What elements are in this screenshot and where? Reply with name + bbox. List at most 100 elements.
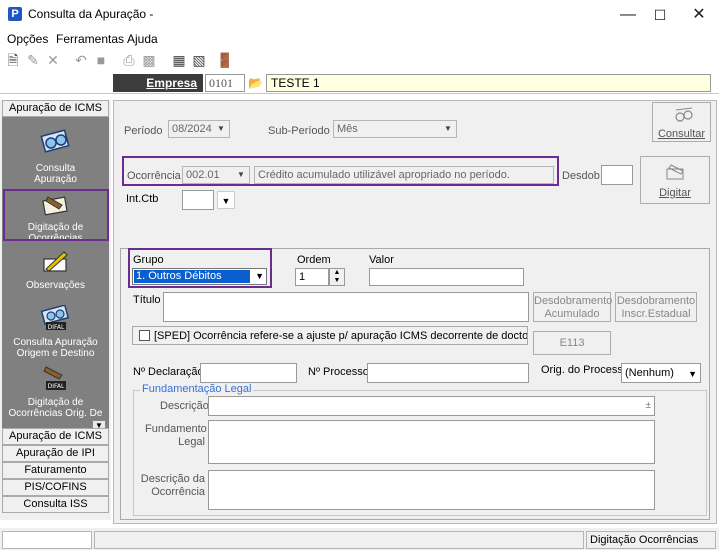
nav-item-consulta-apuracao[interactable]: Consulta Apuração bbox=[2, 163, 109, 185]
nav-header-apuracao-icms[interactable]: Apuração de ICMS bbox=[2, 100, 109, 117]
chevron-down-icon[interactable]: ▼ bbox=[441, 122, 455, 136]
status-cell-middle bbox=[94, 531, 584, 549]
grupo-value: 1. Outros Débitos bbox=[134, 270, 250, 283]
status-cell-left bbox=[2, 531, 92, 549]
folder-icon[interactable]: 📂 bbox=[248, 74, 264, 92]
pen-icon[interactable] bbox=[40, 249, 70, 275]
new-icon[interactable]: 🗎 bbox=[4, 51, 22, 69]
app-icon: P bbox=[8, 7, 22, 21]
sped-checkbox-label: [SPED] Ocorrência refere-se a ajuste p/ … bbox=[154, 330, 528, 342]
nav-item-highlight bbox=[3, 189, 109, 241]
glasses-difal-icon[interactable]: DIFAL bbox=[40, 305, 70, 331]
descricao-label: Descrição bbox=[160, 400, 209, 412]
empresa-label: Empresa bbox=[113, 74, 203, 92]
titulo-field[interactable] bbox=[163, 292, 529, 322]
n-processo-field[interactable] bbox=[367, 363, 529, 383]
subperiodo-label: Sub-Período bbox=[268, 125, 330, 137]
minimize-button[interactable]: — bbox=[613, 4, 643, 26]
n-processo-label: Nº Processo bbox=[308, 366, 369, 378]
empresa-name-field: TESTE 1 bbox=[266, 74, 711, 92]
status-cell-right: Digitação Ocorrências bbox=[586, 531, 716, 549]
subperiodo-select[interactable]: Mês ▼ bbox=[333, 120, 457, 138]
descricao-ocorrencia-label: Descrição da Ocorrência bbox=[140, 473, 205, 498]
descricao-ocorrencia-field[interactable] bbox=[208, 470, 655, 510]
digitar-button[interactable]: Digitar bbox=[640, 156, 710, 204]
chevron-down-icon[interactable]: ▼ bbox=[255, 270, 264, 283]
difal-report-icon[interactable]: ▧ bbox=[190, 51, 208, 69]
grupo-label: Grupo bbox=[133, 254, 164, 266]
ocorrencia-code: 002.01 bbox=[186, 169, 220, 181]
delete-icon[interactable]: ✕ bbox=[44, 51, 62, 69]
periodo-value: 08/2024 bbox=[172, 123, 212, 135]
n-declaracao-field[interactable] bbox=[200, 363, 297, 383]
nav-item-observacoes[interactable]: Observações bbox=[2, 280, 109, 291]
edit-icon[interactable]: ✎ bbox=[24, 51, 42, 69]
orig-processo-label: Orig. do Processo bbox=[541, 364, 630, 376]
writing-hand-icon bbox=[666, 164, 684, 180]
e113-button[interactable]: E113 bbox=[533, 331, 611, 355]
nav-panel: Consulta Apuração Digitação de Ocorrênci… bbox=[2, 117, 109, 428]
writing-difal-icon[interactable]: DIFAL bbox=[40, 365, 70, 391]
menu-ferramentas[interactable]: Ferramentas bbox=[56, 32, 124, 46]
glasses-icon[interactable] bbox=[40, 127, 70, 153]
sped-checkbox-row[interactable]: [SPED] Ocorrência refere-se a ajuste p/ … bbox=[132, 326, 528, 345]
exit-icon[interactable]: 🚪 bbox=[216, 51, 234, 69]
intctb-dropdown-icon[interactable]: ▼ bbox=[217, 191, 235, 209]
nav-section-pis-cofins[interactable]: PIS/COFINS bbox=[2, 479, 109, 496]
intctb-label: Int.Ctb bbox=[126, 193, 159, 205]
preview-icon[interactable]: ▩ bbox=[140, 51, 158, 69]
empresa-label-text: Empresa bbox=[146, 76, 197, 90]
descricao-field[interactable]: ± bbox=[208, 396, 655, 416]
menu-ajuda[interactable]: Ajuda bbox=[127, 32, 158, 46]
orig-processo-select[interactable]: (Nenhum) ▼ bbox=[621, 363, 701, 383]
chevron-down-icon[interactable]: ▼ bbox=[214, 122, 228, 136]
n-declaracao-label: Nº Declaração bbox=[133, 366, 204, 378]
undo-icon[interactable]: ↶ bbox=[72, 51, 90, 69]
nav-item-consulta-apuracao-origem-destino[interactable]: Consulta Apuração Origem e Destino bbox=[2, 337, 109, 359]
chevron-down-icon[interactable]: ▼ bbox=[234, 168, 248, 182]
ordem-label: Ordem bbox=[297, 254, 331, 266]
desdobramento-inscr-button[interactable]: Desdobramento Inscr.Estadual bbox=[615, 292, 697, 322]
svg-text:DIFAL: DIFAL bbox=[48, 324, 65, 331]
save-icon[interactable]: ■ bbox=[92, 51, 110, 69]
intctb-field[interactable] bbox=[182, 190, 214, 210]
fundamento-legal-label: Fundamento Legal bbox=[145, 423, 207, 448]
glasses-icon bbox=[675, 107, 693, 122]
ocorrencia-description-field: Crédito acumulado utilizável apropriado … bbox=[254, 166, 554, 184]
consultar-label: Consultar bbox=[657, 128, 706, 140]
desdob-label: Desdob. bbox=[562, 170, 603, 182]
valor-field[interactable] bbox=[369, 268, 524, 286]
empresa-code-field[interactable]: 0101 bbox=[205, 74, 245, 92]
ocorrencia-label: Ocorrência bbox=[127, 170, 181, 182]
menu-opcoes[interactable]: Opções bbox=[7, 32, 48, 46]
grupo-select[interactable]: 1. Outros Débitos ▼ bbox=[132, 268, 267, 285]
consultar-button[interactable]: Consultar bbox=[652, 102, 711, 142]
ordem-spinner-icon[interactable]: ▲ ▼ bbox=[329, 268, 345, 286]
nav-section-faturamento[interactable]: Faturamento bbox=[2, 462, 109, 479]
nav-section-icms-st[interactable]: Apuração de ICMS ST bbox=[2, 428, 109, 457]
periodo-select[interactable]: 08/2024 ▼ bbox=[168, 120, 230, 138]
nav-item-digitacao-ocorrencias-orig-dest[interactable]: Digitação de Ocorrências Orig. De bbox=[2, 397, 109, 419]
desdob-field[interactable] bbox=[601, 165, 633, 185]
ordem-field[interactable]: 1 bbox=[295, 268, 329, 286]
titulo-label: Título bbox=[133, 294, 161, 306]
print-icon[interactable]: ⎙ bbox=[120, 51, 138, 69]
desdobramento-acumulado-button[interactable]: Desdobramento Acumulado bbox=[533, 292, 612, 322]
digitar-label: Digitar bbox=[659, 187, 691, 199]
fundamento-legal-field[interactable] bbox=[208, 420, 655, 464]
ocorrencia-code-select[interactable]: 002.01 ▼ bbox=[182, 166, 250, 184]
close-button[interactable]: ✕ bbox=[684, 4, 714, 26]
fundamentacao-legend: Fundamentação Legal bbox=[140, 383, 254, 395]
window-title: Consulta da Apuração - bbox=[28, 7, 154, 21]
ellipsis-icon[interactable]: ± bbox=[646, 398, 652, 414]
sped-checkbox[interactable] bbox=[139, 330, 150, 341]
nav-section-ipi[interactable]: Apuração de IPI bbox=[2, 445, 109, 462]
maximize-button[interactable]: ☐ bbox=[645, 4, 675, 26]
periodo-label: Período bbox=[124, 125, 163, 137]
valor-label: Valor bbox=[369, 254, 394, 266]
nav-section-consulta-iss[interactable]: Consulta ISS bbox=[2, 496, 109, 513]
orig-processo-value: (Nenhum) bbox=[625, 367, 674, 379]
report-icon[interactable]: ▦ bbox=[170, 51, 188, 69]
subperiodo-value: Mês bbox=[337, 123, 358, 135]
chevron-down-icon[interactable]: ▼ bbox=[688, 365, 697, 383]
